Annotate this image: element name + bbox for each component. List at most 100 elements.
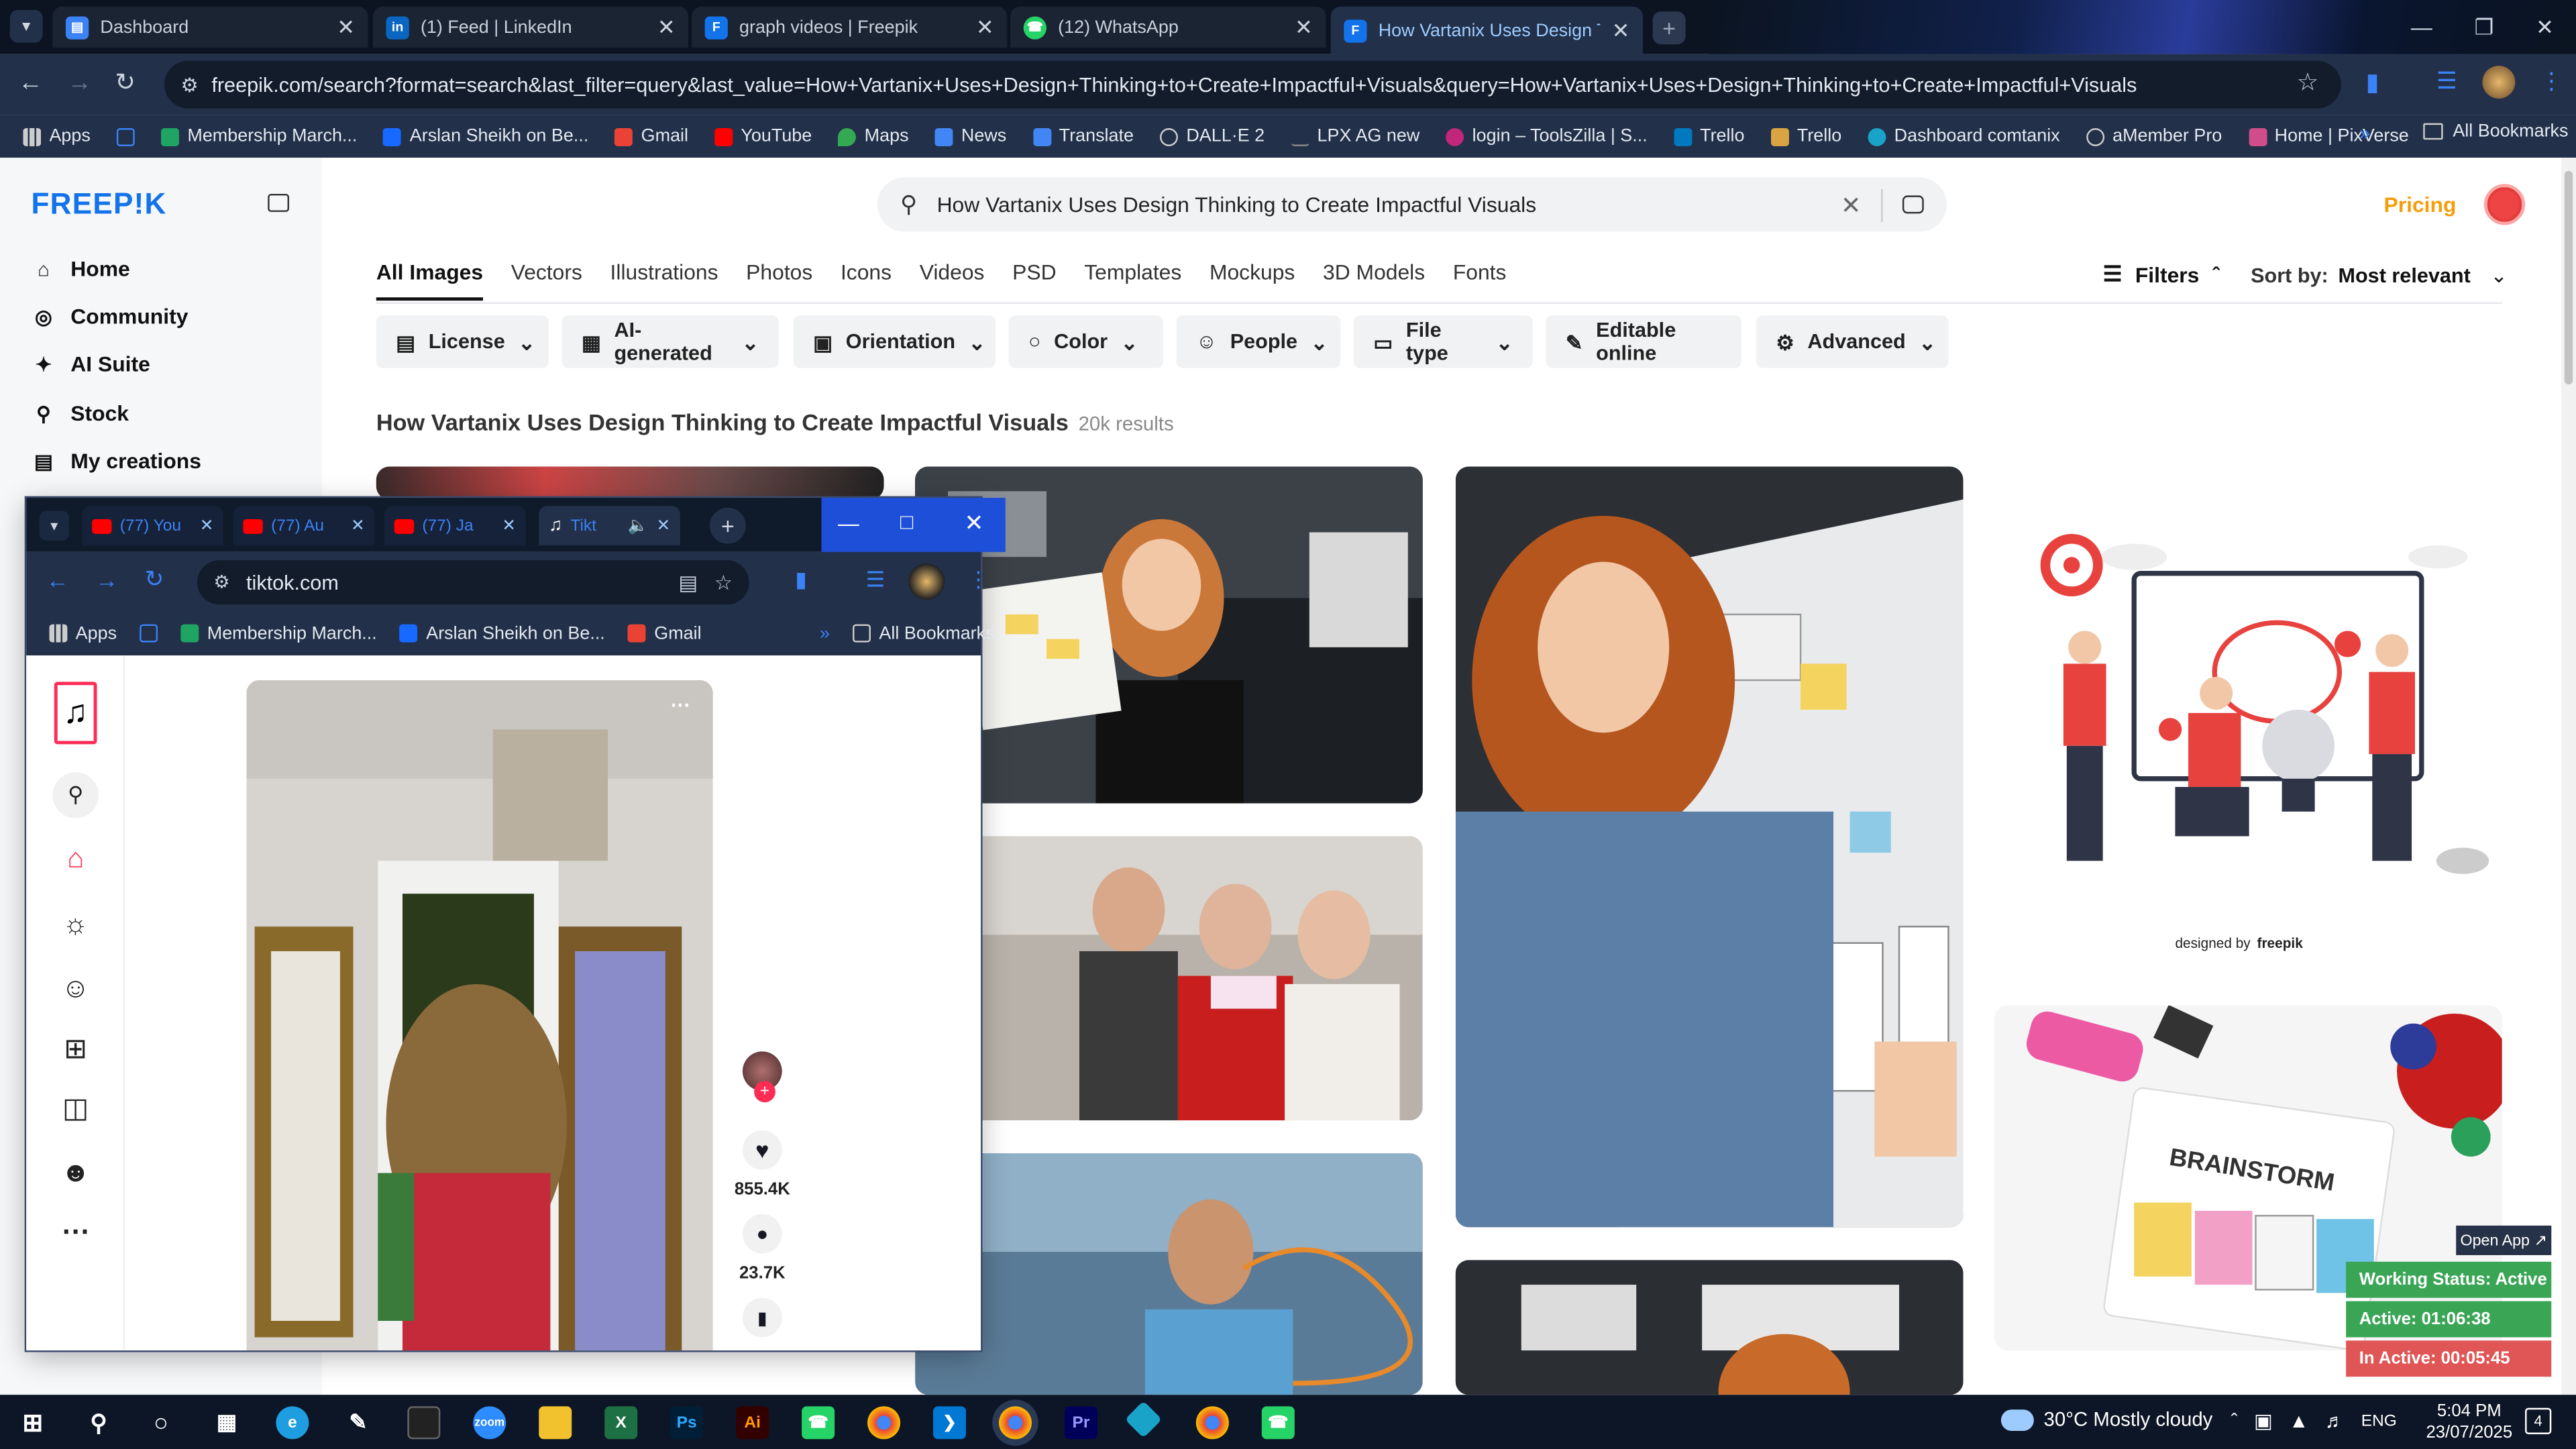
all-bookmarks-folder[interactable]: All Bookmarks [853,623,995,643]
chevron-up-icon[interactable]: ˆ [2231,1409,2238,1432]
result-image-brain-illustration[interactable]: designed by freepik [1994,466,2502,973]
filters-toggle[interactable]: ☰ Filters ˆ [2103,261,2220,287]
search-icon[interactable]: ⚲ [82,1406,115,1439]
media-control-icon[interactable]: ☰ [866,567,885,593]
bookmark-grid[interactable] [117,127,136,146]
close-icon[interactable]: ✕ [1612,17,1630,44]
more-bookmarks-chevron-icon[interactable]: » [2359,121,2370,144]
tab-photos[interactable]: Photos [746,260,812,301]
sidebar-item-community[interactable]: ◎ Community [33,304,188,329]
chrome-icon[interactable] [867,1406,901,1440]
bookmark-trello-2[interactable]: Trello [1770,127,1841,146]
extensions-icon[interactable]: ▮ [2366,67,2379,97]
popup-tab-tiktok[interactable]: ♫ Tikt 🔈 ✕ [539,506,680,546]
site-info-icon[interactable]: ⚙ [180,73,198,96]
extensions-icon[interactable]: ▮ [795,567,807,593]
search-input[interactable]: How Vartanix Uses Design Thinking to Cre… [937,193,1821,217]
windows-start-icon[interactable]: ⊞ [16,1406,49,1439]
photoshop-icon[interactable]: Ps [670,1406,704,1440]
bookmark-behance[interactable]: Arslan Sheikh on Be... [383,127,588,146]
follow-plus-icon[interactable]: + [754,1081,775,1103]
vscode-icon[interactable]: ❯ [933,1406,967,1440]
tab-dashboard[interactable]: ▤ Dashboard ✕ [52,6,368,48]
freepik-logo[interactable]: FREEP!K [32,187,167,221]
bookmark-save-icon[interactable]: ▮ [742,1297,782,1338]
sidebar-item-stock[interactable]: ⚲ Stock [33,401,129,426]
premiere-icon[interactable]: Pr [1064,1406,1097,1440]
chrome-icon[interactable] [1195,1406,1229,1440]
url-bar[interactable]: ⚙ freepik.com/search?format=search&last_… [164,60,2341,109]
tab-all-images[interactable]: All Images [376,260,484,301]
close-icon[interactable]: ✕ [337,14,355,40]
video-more-icon[interactable]: ⋯ [670,693,690,716]
weather-widget[interactable]: 30°C Mostly cloudy [2000,1408,2212,1431]
reload-icon[interactable]: ↻ [115,67,136,97]
new-tab-button[interactable]: + [709,507,746,544]
terminal-icon[interactable] [407,1406,441,1440]
tab-whatsapp[interactable]: ☎ (12) WhatsApp ✕ [1010,6,1326,48]
edge-icon[interactable]: e [276,1406,309,1440]
network-icon[interactable]: ▣ [2254,1409,2273,1432]
chrome-active-icon[interactable] [998,1406,1032,1440]
bookmark-star-icon[interactable]: ☆ [2297,67,2319,97]
result-image[interactable] [376,466,884,500]
close-icon[interactable]: ✕ [1295,14,1313,40]
upload-plus-icon[interactable]: ⊞ [58,1032,94,1068]
bookmark-news[interactable]: News [934,127,1006,146]
media-control-icon[interactable]: ☰ [2436,67,2457,95]
camera-search-icon[interactable] [1902,195,1924,214]
bookmark-membership[interactable]: Membership March... [161,127,357,146]
tiktok-logo-icon[interactable]: ♫ [54,682,97,745]
minimize-icon[interactable]: — [838,511,859,536]
result-image-man-thinking[interactable] [915,1153,1423,1395]
sidebar-toggle-icon[interactable] [268,193,290,212]
site-info-icon[interactable]: ⚙ [213,572,229,593]
minimize-icon[interactable]: — [2390,0,2453,54]
bookmark-youtube[interactable]: YouTube [714,127,812,146]
bookmark-pixverse[interactable]: Home | PixVerse [2248,127,2409,146]
search-bar[interactable]: ⚲ How Vartanix Uses Design Thinking to C… [877,177,1947,232]
bookmark-amember[interactable]: aMember Pro [2086,127,2222,146]
pricing-link[interactable]: Pricing [2383,193,2456,217]
tab-linkedin[interactable]: in (1) Feed | LinkedIn ✕ [372,6,689,48]
bookmark-behance[interactable]: Arslan Sheikh on Be... [400,623,605,643]
open-app-button[interactable]: Open App ↗ [2456,1225,2552,1256]
tab-search-button[interactable]: ▾ [39,511,69,541]
filter-license[interactable]: ▤ License ⌄ [376,315,549,368]
clear-search-icon[interactable]: ✕ [1841,190,1862,219]
tab-videos[interactable]: Videos [920,260,985,301]
wifi-icon[interactable]: ▲ [2289,1409,2308,1432]
tab-vectors[interactable]: Vectors [511,260,582,301]
sidebar-item-home[interactable]: ⌂ Home [33,256,130,281]
comment-icon[interactable]: ● [742,1214,782,1254]
language-indicator[interactable]: ENG [2361,1412,2397,1430]
scrollbar-thumb[interactable] [2564,170,2573,385]
forward-arrow-icon[interactable]: → [95,567,118,593]
tab-3d-models[interactable]: 3D Models [1323,260,1425,301]
profile-icon[interactable]: ☻ [58,1155,94,1191]
close-icon[interactable]: ✕ [976,14,994,40]
speaker-icon[interactable]: 🔈 [628,517,648,535]
new-tab-button[interactable]: + [1652,11,1686,45]
filter-color[interactable]: ○ Color ⌄ [1008,315,1163,368]
illustrator-icon[interactable]: Ai [736,1406,769,1440]
excel-icon[interactable]: X [604,1406,638,1440]
close-icon[interactable]: ✕ [502,517,516,535]
pen-tool-icon[interactable]: ✎ [341,1406,374,1439]
explore-compass-icon[interactable]: ☼ [58,907,94,943]
profile-avatar[interactable] [908,564,945,600]
tab-freepik-active[interactable]: F How Vartanix Uses Design Thinking ✕ [1330,6,1643,54]
back-arrow-icon[interactable]: ← [18,69,43,97]
bookmark-membership[interactable]: Membership March... [180,623,377,643]
clock[interactable]: 5:04 PM 23/07/2025 [2420,1401,2518,1444]
popup-tab-youtube-3[interactable]: (77) Ja ✕ [384,506,526,546]
profile-avatar[interactable] [2482,65,2516,99]
tab-freepik-graph[interactable]: F graph videos | Freepik ✕ [692,6,1008,48]
bookmark-maps[interactable]: Maps [838,127,909,146]
more-icon[interactable]: ⋯ [58,1214,94,1250]
menu-kebab-icon[interactable]: ⋮ [2540,67,2563,95]
bookmark-apps[interactable]: Apps [49,623,117,643]
search-icon[interactable]: ⚲ [52,772,99,818]
bookmark-trello-1[interactable]: Trello [1673,127,1745,146]
notification-icon[interactable]: 4 [2525,1407,2552,1434]
